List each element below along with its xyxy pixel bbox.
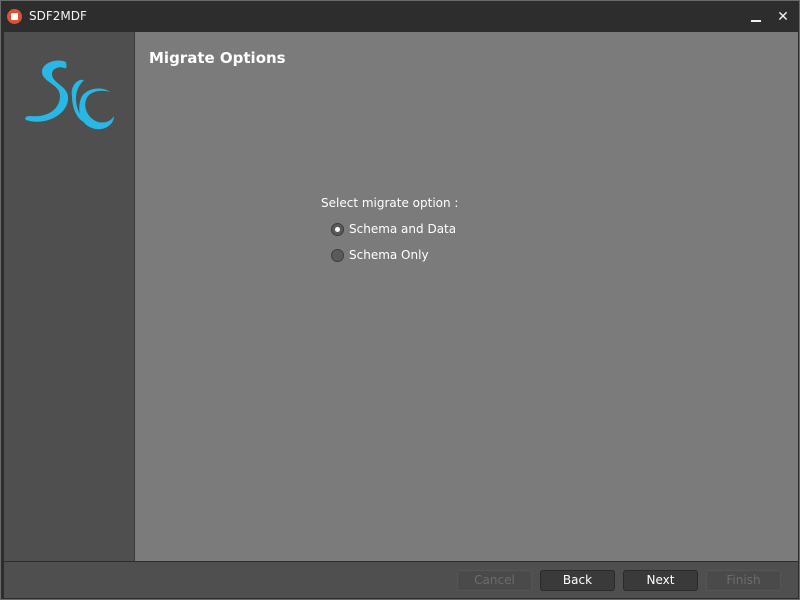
sc-logo-icon (25, 60, 114, 130)
next-button[interactable]: Next (623, 570, 698, 591)
minimize-button[interactable] (746, 7, 766, 27)
back-button[interactable]: Back (540, 570, 615, 591)
close-icon: ✕ (777, 9, 789, 25)
main-content: Migrate Options Select migrate option : … (135, 32, 798, 561)
cancel-button[interactable]: Cancel (457, 570, 532, 591)
schema-only-option[interactable]: Schema Only (331, 247, 429, 263)
migrate-option-prompt: Select migrate option : (321, 196, 459, 210)
sidebar (4, 32, 135, 561)
close-button[interactable]: ✕ (773, 7, 793, 27)
finish-button[interactable]: Finish (706, 570, 781, 591)
window-title: SDF2MDF (29, 9, 87, 23)
minimize-icon (751, 20, 761, 22)
app-icon (7, 9, 22, 24)
app-window: SDF2MDF ✕ Migrate Options Select migrate… (0, 0, 800, 600)
schema-only-label[interactable]: Schema Only (349, 248, 429, 262)
schema-and-data-option[interactable]: Schema and Data (331, 221, 456, 237)
page-title: Migrate Options (149, 49, 286, 67)
title-bar[interactable]: SDF2MDF ✕ (1, 1, 799, 32)
footer-bar: Cancel Back Next Finish (4, 562, 798, 598)
radio-unchecked-icon[interactable] (331, 248, 344, 262)
schema-and-data-label[interactable]: Schema and Data (349, 222, 456, 236)
radio-checked-icon[interactable] (331, 222, 344, 236)
